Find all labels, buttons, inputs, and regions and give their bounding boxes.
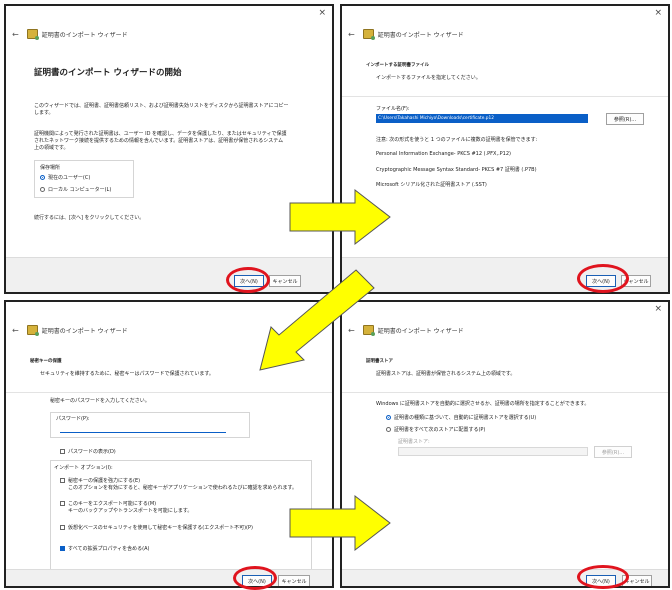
checkbox-icon (60, 501, 65, 506)
back-arrow-icon[interactable]: ← (348, 30, 355, 39)
strong-protection-desc: このオプションを有効にすると、秘密キーがアプリケーションで使われるたびに確認を求… (68, 485, 298, 491)
next-button[interactable]: 次へ(N) (586, 575, 616, 586)
back-arrow-icon[interactable]: ← (12, 326, 19, 335)
checkbox-icon (60, 449, 65, 454)
section-title: インポートする証明書ファイル (366, 63, 429, 68)
browse-button: 参照(R)... (594, 446, 632, 458)
radio-off-icon (40, 187, 45, 192)
wizard-titlebar: ← 証明書のインポート ウィザード (12, 324, 128, 336)
radio-on-icon (386, 415, 391, 420)
cancel-button[interactable]: キャンセル (621, 275, 651, 287)
close-icon[interactable]: × (654, 304, 662, 314)
radio-on-icon (40, 175, 45, 180)
store-input (398, 447, 588, 456)
checkbox-icon (60, 478, 65, 483)
vbs-checkbox[interactable]: 仮想化ベースのセキュリティを使用して秘密キーを保護する(エクスポート不可)(P) (60, 524, 253, 531)
extended-props-label: すべての拡張プロパティを含める(A) (68, 546, 150, 552)
cancel-button[interactable]: キャンセル (278, 575, 310, 586)
import-options-label: インポート オプション(I): (54, 465, 113, 471)
intro-text-line: このウィザードでは、証明書、証明書信頼リスト、および証明書失効リストをディスクか… (34, 103, 289, 109)
radio-off-icon (386, 427, 391, 432)
wizard-panel-store: × ← 証明書のインポート ウィザード 証明書ストア 証明書ストアは、証明書が保… (340, 300, 670, 588)
continue-text: 続行するには、[次へ] をクリックしてください。 (34, 215, 145, 221)
page-heading: 証明書のインポート ウィザードの開始 (34, 68, 182, 78)
next-button[interactable]: 次へ(N) (234, 275, 264, 287)
radio-local-machine-label: ローカル コンピューター(L) (48, 187, 112, 193)
back-arrow-icon[interactable]: ← (12, 30, 19, 39)
wizard-panel-file: × ← 証明書のインポート ウィザード インポートする証明書ファイル インポート… (340, 4, 670, 294)
extended-props-checkbox[interactable]: すべての拡張プロパティを含める(A) (60, 545, 149, 552)
enter-password-text: 秘密キーのパスワードを入力してください。 (50, 398, 150, 404)
back-arrow-icon[interactable]: ← (348, 326, 355, 335)
store-desc: Windows に証明書ストアを自動的に選択させるか、証明書の場所を指定すること… (376, 401, 590, 407)
certificate-icon (26, 29, 39, 40)
certificate-icon (26, 325, 39, 336)
strong-protection-checkbox[interactable]: 秘密キーの保護を強力にする(E) (60, 477, 140, 484)
file-path-value: C:\Users\Takahashi Michiyo\Downloads\cer… (378, 116, 494, 121)
wizard-title: 証明書のインポート ウィザード (41, 327, 128, 335)
wizard-titlebar: ← 証明書のインポート ウィザード (348, 324, 464, 336)
info-text-line: されたネットワーク接続を提供するための情報を含んでいます。証明書ストアは、証明書… (34, 138, 284, 144)
file-label: ファイル名(F): (376, 106, 410, 112)
show-password-checkbox[interactable]: パスワードの表示(D) (60, 448, 116, 455)
close-icon[interactable]: × (654, 8, 662, 18)
radio-manual-store-label: 証明書をすべて次のストアに配置する(P) (394, 427, 486, 433)
section-subtitle: セキュリティを維持するために、秘密キーはパスワードで保護されています。 (40, 371, 214, 377)
section-subtitle: インポートするファイルを指定してください。 (376, 75, 481, 81)
radio-local-machine[interactable]: ローカル コンピューター(L) (40, 186, 111, 193)
next-button[interactable]: 次へ(N) (242, 575, 272, 586)
next-button[interactable]: 次へ(N) (586, 275, 616, 287)
cancel-button[interactable]: キャンセル (622, 575, 652, 586)
vbs-label: 仮想化ベースのセキュリティを使用して秘密キーを保護する(エクスポート不可)(P) (68, 525, 253, 531)
cancel-button[interactable]: キャンセル (269, 275, 301, 287)
section-title: 秘密キーの保護 (30, 359, 62, 364)
store-label: 証明書ストア: (398, 439, 430, 445)
info-text-line: 証明機関によって発行された証明書は、ユーザー ID を確認し、データを保護したり… (34, 131, 287, 137)
certificate-icon (362, 29, 375, 40)
close-icon[interactable]: × (318, 8, 326, 18)
location-label: 保存場所 (40, 165, 61, 171)
exportable-desc: キーのバックアップやトランスポートを可能にします。 (68, 508, 193, 514)
wizard-title: 証明書のインポート ウィザード (377, 31, 464, 39)
wizard-title: 証明書のインポート ウィザード (377, 327, 464, 335)
intro-text-line: します。 (34, 110, 54, 116)
info-text-line: 上の領域です。 (34, 145, 69, 151)
format-item: Personal Information Exchange- PKCS #12 … (376, 151, 511, 157)
note-text: 注意: 次の形式を使うと 1 つのファイルに複数の証明書を保管できます: (376, 137, 538, 143)
show-password-label: パスワードの表示(D) (68, 449, 116, 455)
radio-current-user[interactable]: 現在のユーザー(C) (40, 174, 90, 181)
certificate-icon (362, 325, 375, 336)
radio-auto-store-label: 証明書の種類に基づいて、自動的に証明書ストアを選択する(U) (394, 415, 537, 421)
wizard-panel-welcome: × ← 証明書のインポート ウィザード 証明書のインポート ウィザードの開始 こ… (4, 4, 334, 294)
wizard-titlebar: ← 証明書のインポート ウィザード (348, 28, 464, 40)
format-item: Microsoft シリアル化された証明書ストア (.SST) (376, 182, 487, 188)
format-item: Cryptographic Message Syntax Standard- P… (376, 167, 537, 173)
radio-auto-store[interactable]: 証明書の種類に基づいて、自動的に証明書ストアを選択する(U) (386, 414, 536, 421)
radio-current-user-label: 現在のユーザー(C) (48, 175, 91, 181)
password-label: パスワード(P): (56, 416, 90, 422)
section-title: 証明書ストア (366, 359, 393, 364)
browse-button[interactable]: 参照(R)... (606, 113, 644, 125)
checkbox-icon (60, 525, 65, 530)
password-input[interactable] (60, 424, 226, 433)
wizard-footer (342, 569, 668, 586)
wizard-footer (342, 257, 668, 292)
exportable-checkbox[interactable]: このキーをエクスポート可能にする(M) (60, 500, 156, 507)
checkbox-checked-icon (60, 546, 65, 551)
wizard-title: 証明書のインポート ウィザード (41, 31, 128, 39)
wizard-titlebar: ← 証明書のインポート ウィザード (12, 28, 128, 40)
section-subtitle: 証明書ストアは、証明書が保管されるシステム上の領域です。 (376, 371, 516, 377)
wizard-panel-private-key: ← 証明書のインポート ウィザード 秘密キーの保護 セキュリティを維持するために… (4, 300, 334, 588)
radio-manual-store[interactable]: 証明書をすべて次のストアに配置する(P) (386, 426, 485, 433)
